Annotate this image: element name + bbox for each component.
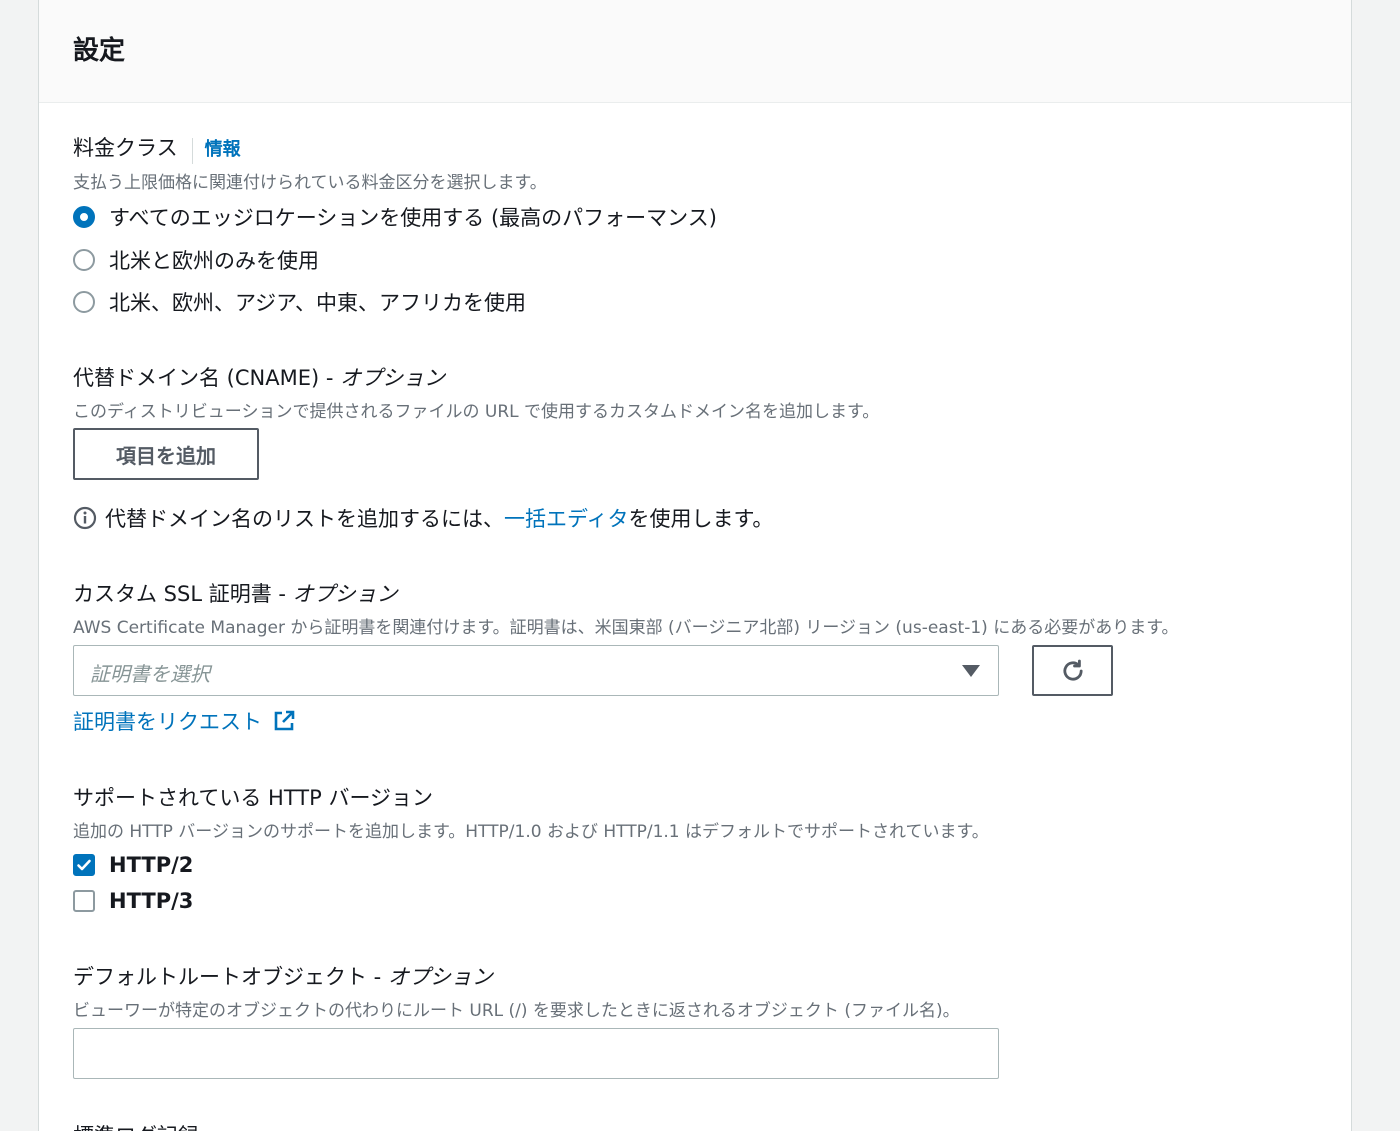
radio-button-checked[interactable] <box>73 206 95 228</box>
bulk-editor-link[interactable]: 一括エディタ <box>504 503 629 533</box>
http-versions-description: 追加の HTTP バージョンのサポートを追加します。HTTP/1.0 および H… <box>73 822 989 842</box>
checkbox-label: HTTP/2 <box>109 853 194 877</box>
refresh-icon <box>1062 659 1083 681</box>
price-class-header: 料金クラス 情報 <box>73 132 241 164</box>
ssl-label-text: カスタム SSL 証明書 - <box>73 582 293 606</box>
request-certificate-label: 証明書をリクエスト <box>73 710 262 734</box>
optional-label: オプション <box>340 366 446 390</box>
certificate-select[interactable]: 証明書を選択 <box>73 645 999 696</box>
ssl-description: AWS Certificate Manager から証明書を関連付けます。証明書… <box>73 618 1179 638</box>
optional-label: オプション <box>387 965 493 989</box>
default-root-description: ビューワーが特定のオブジェクトの代わりにルート URL (/) を要求したときに… <box>73 1001 960 1021</box>
default-root-input[interactable] <box>73 1028 999 1079</box>
check-icon <box>77 859 91 871</box>
panel-title: 設定 <box>73 36 126 66</box>
divider <box>191 137 193 164</box>
external-link-icon <box>272 709 296 733</box>
panel-header: 設定 <box>39 0 1351 103</box>
cname-label: 代替ドメイン名 (CNAME) - オプション <box>73 362 445 392</box>
optional-label: オプション <box>292 582 398 606</box>
default-root-label-text: デフォルトルートオブジェクト - <box>73 965 388 989</box>
radio-label: 北米、欧州、アジア、中東、アフリカを使用 <box>109 291 527 315</box>
checkbox[interactable] <box>73 890 95 912</box>
caret-down-icon <box>962 665 980 677</box>
radio-button[interactable] <box>73 291 95 313</box>
cname-bulk-hint: 代替ドメイン名のリストを追加するには、 一括エディタ を使用します。 <box>73 503 773 533</box>
cname-description: このディストリビューションで提供されるファイルの URL で使用するカスタムドメ… <box>73 402 880 422</box>
checkbox-option-http2[interactable]: HTTP/2 <box>73 853 193 877</box>
radio-option-na-eu-asia-me-africa[interactable]: 北米、欧州、アジア、中東、アフリカを使用 <box>73 287 526 317</box>
checkbox-label: HTTP/3 <box>109 889 194 913</box>
settings-panel: 設定 料金クラス 情報 支払う上限価格に関連付けられている料金区分を選択します。 … <box>38 0 1352 1131</box>
http-versions-label: サポートされている HTTP バージョン <box>73 786 434 810</box>
default-root-label: デフォルトルートオブジェクト - オプション <box>73 961 493 991</box>
ssl-label: カスタム SSL 証明書 - オプション <box>73 578 398 608</box>
request-certificate-link[interactable]: 証明書をリクエスト <box>73 706 296 736</box>
radio-option-all-locations[interactable]: すべてのエッジロケーションを使用する (最高のパフォーマンス) <box>73 202 717 232</box>
cname-label-text: 代替ドメイン名 (CNAME) - <box>73 366 341 390</box>
refresh-button[interactable] <box>1032 645 1113 696</box>
price-class-label: 料金クラス <box>73 136 178 160</box>
hint-prefix: 代替ドメイン名のリストを追加するには、 <box>105 507 504 531</box>
radio-option-na-europe[interactable]: 北米と欧州のみを使用 <box>73 245 319 275</box>
hint-suffix: を使用します。 <box>628 507 774 531</box>
radio-label: すべてのエッジロケーションを使用する (最高のパフォーマンス) <box>109 206 717 230</box>
checkbox-option-http3[interactable]: HTTP/3 <box>73 889 193 913</box>
price-class-description: 支払う上限価格に関連付けられている料金区分を選択します。 <box>73 173 547 193</box>
standard-logging-label: 標準ログ記録 <box>73 1120 199 1131</box>
add-item-button[interactable]: 項目を追加 <box>73 428 259 480</box>
certificate-select-placeholder: 証明書を選択 <box>90 662 210 686</box>
info-circle-icon <box>73 506 97 530</box>
radio-label: 北米と欧州のみを使用 <box>109 249 319 273</box>
checkbox-checked[interactable] <box>73 854 95 876</box>
price-class-info-link[interactable]: 情報 <box>205 139 241 160</box>
radio-button[interactable] <box>73 249 95 271</box>
